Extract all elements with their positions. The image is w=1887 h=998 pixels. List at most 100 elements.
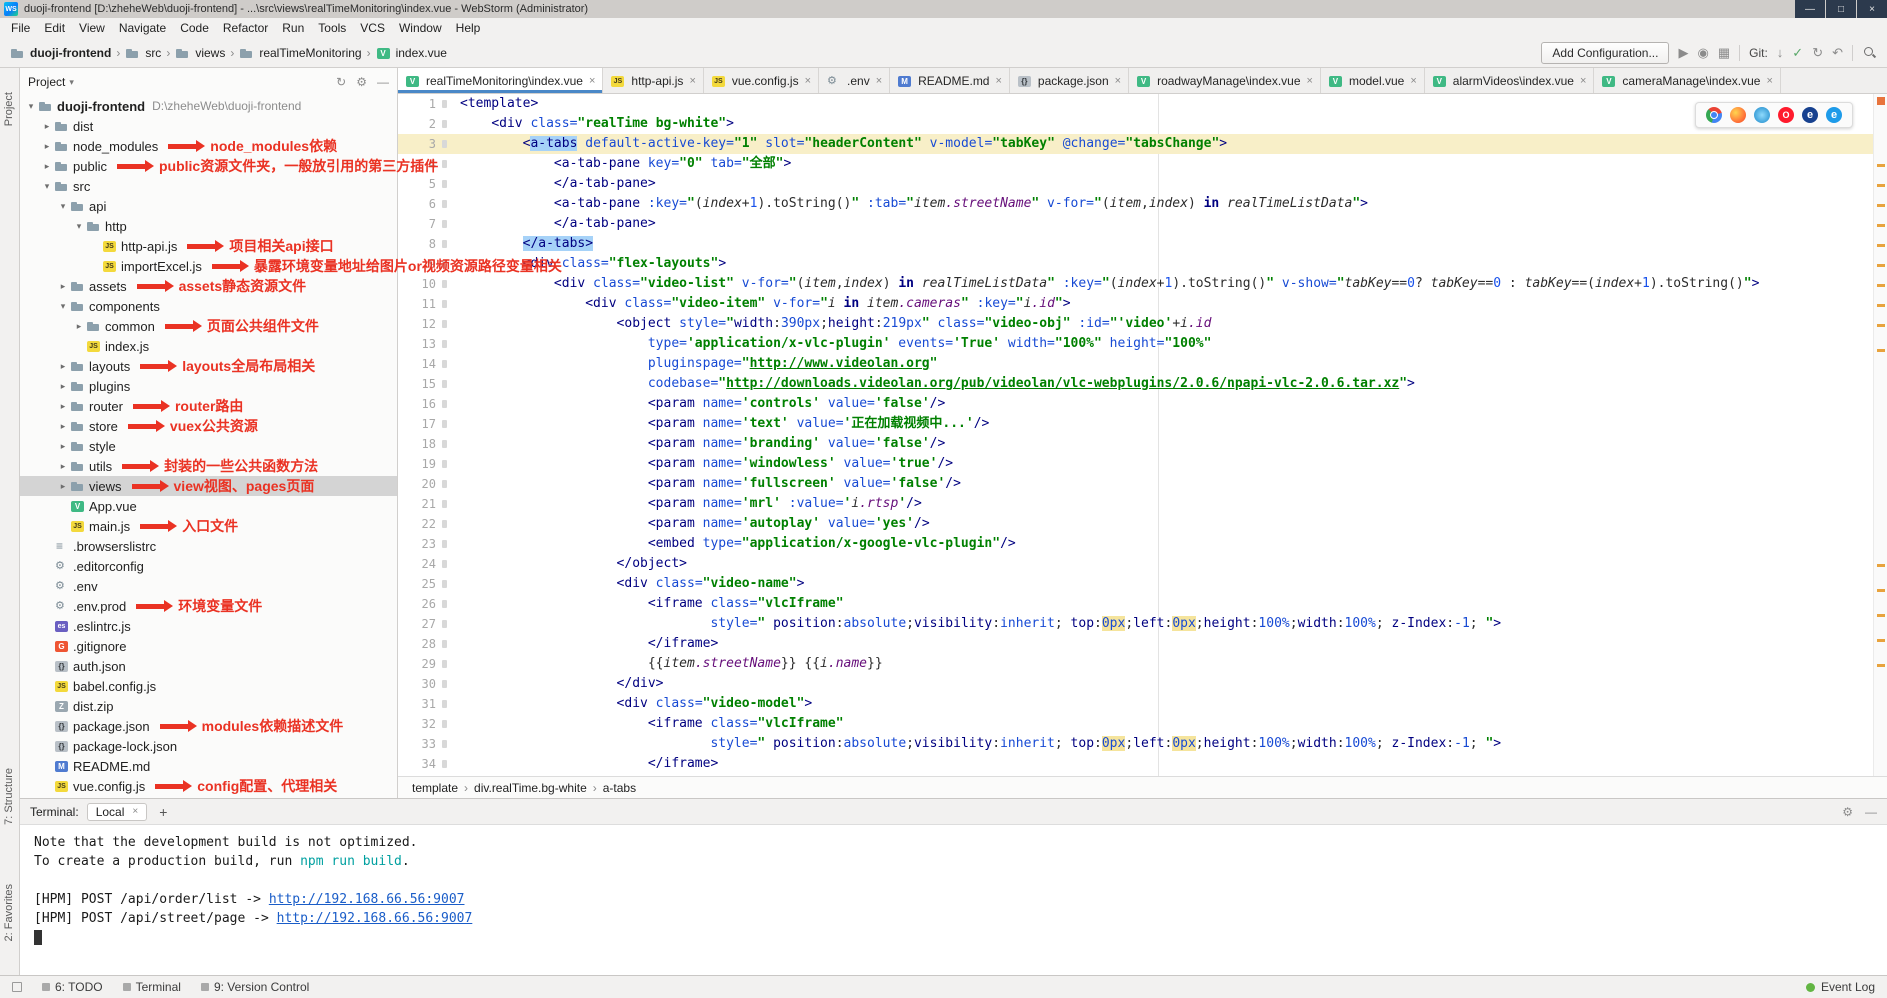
close-icon[interactable]: × (1307, 75, 1313, 87)
project-panel-title[interactable]: Project (28, 75, 65, 89)
tree-item[interactable]: ▸assetsassets静态资源文件 (20, 276, 397, 296)
breadcrumb-item[interactable]: index.vue (376, 46, 447, 60)
tool-window-favorites[interactable]: 2: Favorites (3, 884, 15, 941)
tree-item[interactable]: index.js (20, 336, 397, 356)
tree-item[interactable]: ▾duoji-frontendD:\zheheWeb\duoji-fronten… (20, 96, 397, 116)
tree-item[interactable]: ▾src (20, 176, 397, 196)
tree-item[interactable]: ▾http (20, 216, 397, 236)
terminal-tab-local[interactable]: Local × (87, 803, 148, 821)
git-commit-icon[interactable]: ✓ (1792, 46, 1803, 59)
tool-window-project[interactable]: Project (3, 92, 15, 126)
close-icon[interactable]: × (689, 75, 695, 87)
editor-breadcrumb-item[interactable]: template (412, 781, 458, 795)
tree-item[interactable]: package-lock.json (20, 736, 397, 756)
close-icon[interactable]: × (995, 75, 1001, 87)
git-update-icon[interactable]: ↓ (1777, 46, 1784, 59)
maximize-button[interactable]: □ (1826, 0, 1856, 18)
close-button[interactable]: × (1857, 0, 1887, 18)
close-icon[interactable]: × (1410, 75, 1416, 87)
menu-item-view[interactable]: View (72, 19, 112, 37)
tree-item[interactable]: ▾components (20, 296, 397, 316)
close-icon[interactable]: × (132, 806, 138, 817)
tree-item[interactable]: ▸node_modulesnode_modules依赖 (20, 136, 397, 156)
menu-item-vcs[interactable]: VCS (353, 19, 392, 37)
chrome-icon[interactable] (1706, 107, 1722, 123)
chevron-down-icon[interactable]: ▾ (69, 77, 74, 88)
editor-tab[interactable]: vue.config.js× (704, 68, 819, 93)
git-rollback-icon[interactable]: ↶ (1832, 46, 1843, 59)
run-icon[interactable]: ▶ (1678, 46, 1688, 59)
error-stripe-scrollbar[interactable] (1873, 94, 1887, 776)
tree-item[interactable]: auth.json (20, 656, 397, 676)
tree-item[interactable]: README.md (20, 756, 397, 776)
editor-tab[interactable]: .env× (819, 68, 890, 93)
tree-item[interactable]: ▸utils封装的一些公共函数方法 (20, 456, 397, 476)
menu-item-run[interactable]: Run (275, 19, 311, 37)
hide-panel-icon[interactable]: — (377, 75, 389, 89)
tree-item[interactable]: ▸routerrouter路由 (20, 396, 397, 416)
menu-item-tools[interactable]: Tools (311, 19, 353, 37)
status-bar-item[interactable]: 9: Version Control (201, 980, 309, 994)
tree-item[interactable]: .env.prod环境变量文件 (20, 596, 397, 616)
edge-icon[interactable] (1826, 107, 1842, 123)
opera-icon[interactable] (1778, 107, 1794, 123)
close-icon[interactable]: × (876, 75, 882, 87)
tree-item[interactable]: .env (20, 576, 397, 596)
tree-item[interactable]: ▸storevuex公共资源 (20, 416, 397, 436)
close-icon[interactable]: × (589, 75, 595, 87)
breadcrumb-item[interactable]: realTimeMonitoring (239, 46, 361, 60)
tree-item[interactable]: ▸common页面公共组件文件 (20, 316, 397, 336)
add-configuration-button[interactable]: Add Configuration... (1541, 42, 1669, 64)
tree-item[interactable]: vue.config.jsconfig配置、代理相关 (20, 776, 397, 796)
menu-item-refactor[interactable]: Refactor (216, 19, 275, 37)
menu-item-window[interactable]: Window (392, 19, 449, 37)
tree-item[interactable]: App.vue (20, 496, 397, 516)
event-log-button[interactable]: Event Log (1821, 980, 1875, 994)
safari-icon[interactable] (1754, 107, 1770, 123)
editor-tab[interactable]: alarmVideos\index.vue× (1425, 68, 1595, 93)
tree-item[interactable]: ▸viewsview视图、pages页面 (20, 476, 397, 496)
menu-item-file[interactable]: File (4, 19, 37, 37)
editor-tab[interactable]: package.json× (1010, 68, 1129, 93)
tree-item[interactable]: .eslintrc.js (20, 616, 397, 636)
settings-icon[interactable]: ⚙ (356, 75, 367, 89)
new-terminal-button[interactable]: + (155, 804, 171, 820)
tool-window-toggle-icon[interactable] (12, 982, 22, 992)
code-editor[interactable]: 1<template>2 <div class="realTime bg-whi… (398, 94, 1887, 776)
close-icon[interactable]: × (1580, 75, 1586, 87)
menu-item-help[interactable]: Help (449, 19, 488, 37)
tree-item[interactable]: ▸style (20, 436, 397, 456)
git-history-icon[interactable]: ↻ (1812, 46, 1823, 59)
editor-tab[interactable]: roadwayManage\index.vue× (1129, 68, 1321, 93)
coverage-icon[interactable]: ▦ (1718, 46, 1730, 59)
tree-item[interactable]: ▸dist (20, 116, 397, 136)
editor-tab[interactable]: realTimeMonitoring\index.vue× (398, 68, 603, 93)
tree-item[interactable]: ▸plugins (20, 376, 397, 396)
menu-item-code[interactable]: Code (173, 19, 216, 37)
tree-item[interactable]: babel.config.js (20, 676, 397, 696)
close-icon[interactable]: × (1115, 75, 1121, 87)
tree-item[interactable]: ▸publicpublic资源文件夹，一般放引用的第三方插件 (20, 156, 397, 176)
tree-item[interactable]: .editorconfig (20, 556, 397, 576)
editor-tab[interactable]: http-api.js× (603, 68, 703, 93)
editor-tab[interactable]: model.vue× (1321, 68, 1425, 93)
close-icon[interactable]: × (805, 75, 811, 87)
breadcrumb-item[interactable]: src (125, 46, 161, 60)
menu-item-edit[interactable]: Edit (37, 19, 72, 37)
tree-item[interactable]: ▸layoutslayouts全局布局相关 (20, 356, 397, 376)
tree-item[interactable]: ▾api (20, 196, 397, 216)
breadcrumb-item[interactable]: views (175, 46, 225, 60)
tree-item[interactable]: dist.zip (20, 696, 397, 716)
terminal-output[interactable]: Note that the development build is not o… (20, 825, 1887, 975)
editor-breadcrumb-item[interactable]: a-tabs (603, 781, 636, 795)
tree-item[interactable]: importExcel.js暴露环境变量地址给图片or视频资源路径变量相关 (20, 256, 397, 276)
editor-tab[interactable]: cameraManage\index.vue× (1594, 68, 1781, 93)
tree-item[interactable]: .browserslistrc (20, 536, 397, 556)
debug-icon[interactable]: ◉ (1697, 46, 1708, 59)
tree-item[interactable]: .gitignore (20, 636, 397, 656)
search-everywhere-icon[interactable] (1862, 45, 1877, 60)
tool-window-structure[interactable]: 7: Structure (3, 768, 15, 825)
status-bar-item[interactable]: Terminal (123, 980, 181, 994)
terminal-minimize-icon[interactable]: — (1865, 805, 1877, 819)
tree-item[interactable]: http-api.js项目相关api接口 (20, 236, 397, 256)
